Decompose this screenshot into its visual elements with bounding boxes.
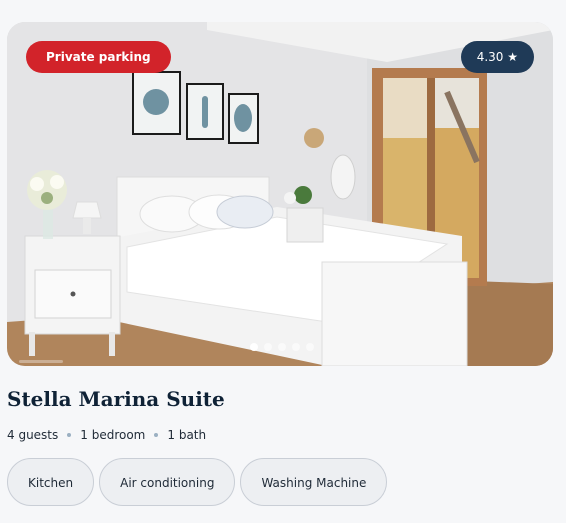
carousel-dot[interactable] [292, 343, 300, 351]
carousel-progress-indicator [19, 360, 63, 363]
amenity-chips: Kitchen Air conditioning Washing Machine [7, 458, 388, 506]
bedroom-count: 1 bedroom [80, 428, 146, 442]
bedroom-photo-image [7, 22, 553, 366]
meta-separator-dot [154, 433, 159, 437]
rating-badge: 4.30 ★ [460, 41, 534, 73]
carousel-dots[interactable] [250, 343, 314, 351]
carousel-dot[interactable] [264, 343, 272, 351]
carousel-dot[interactable] [278, 343, 286, 351]
private-parking-badge: Private parking [26, 41, 171, 73]
guests-count: 4 guests [7, 428, 59, 442]
carousel-dot[interactable] [306, 343, 314, 351]
bath-count: 1 bath [167, 428, 207, 442]
amenity-chip-air-conditioning[interactable]: Air conditioning [99, 458, 236, 506]
listing-title[interactable]: Stella Marina Suite [7, 387, 225, 411]
listing-meta: 4 guests 1 bedroom 1 bath [7, 428, 206, 442]
meta-separator-dot [67, 433, 72, 437]
listing-photo[interactable]: Private parking 4.30 ★ [7, 22, 553, 366]
amenity-chip-washing-machine[interactable]: Washing Machine [240, 458, 388, 506]
carousel-dot-active[interactable] [250, 343, 258, 351]
listing-card[interactable]: Private parking 4.30 ★ Stella Marina Sui… [0, 0, 566, 523]
amenity-chip-kitchen[interactable]: Kitchen [7, 458, 95, 506]
